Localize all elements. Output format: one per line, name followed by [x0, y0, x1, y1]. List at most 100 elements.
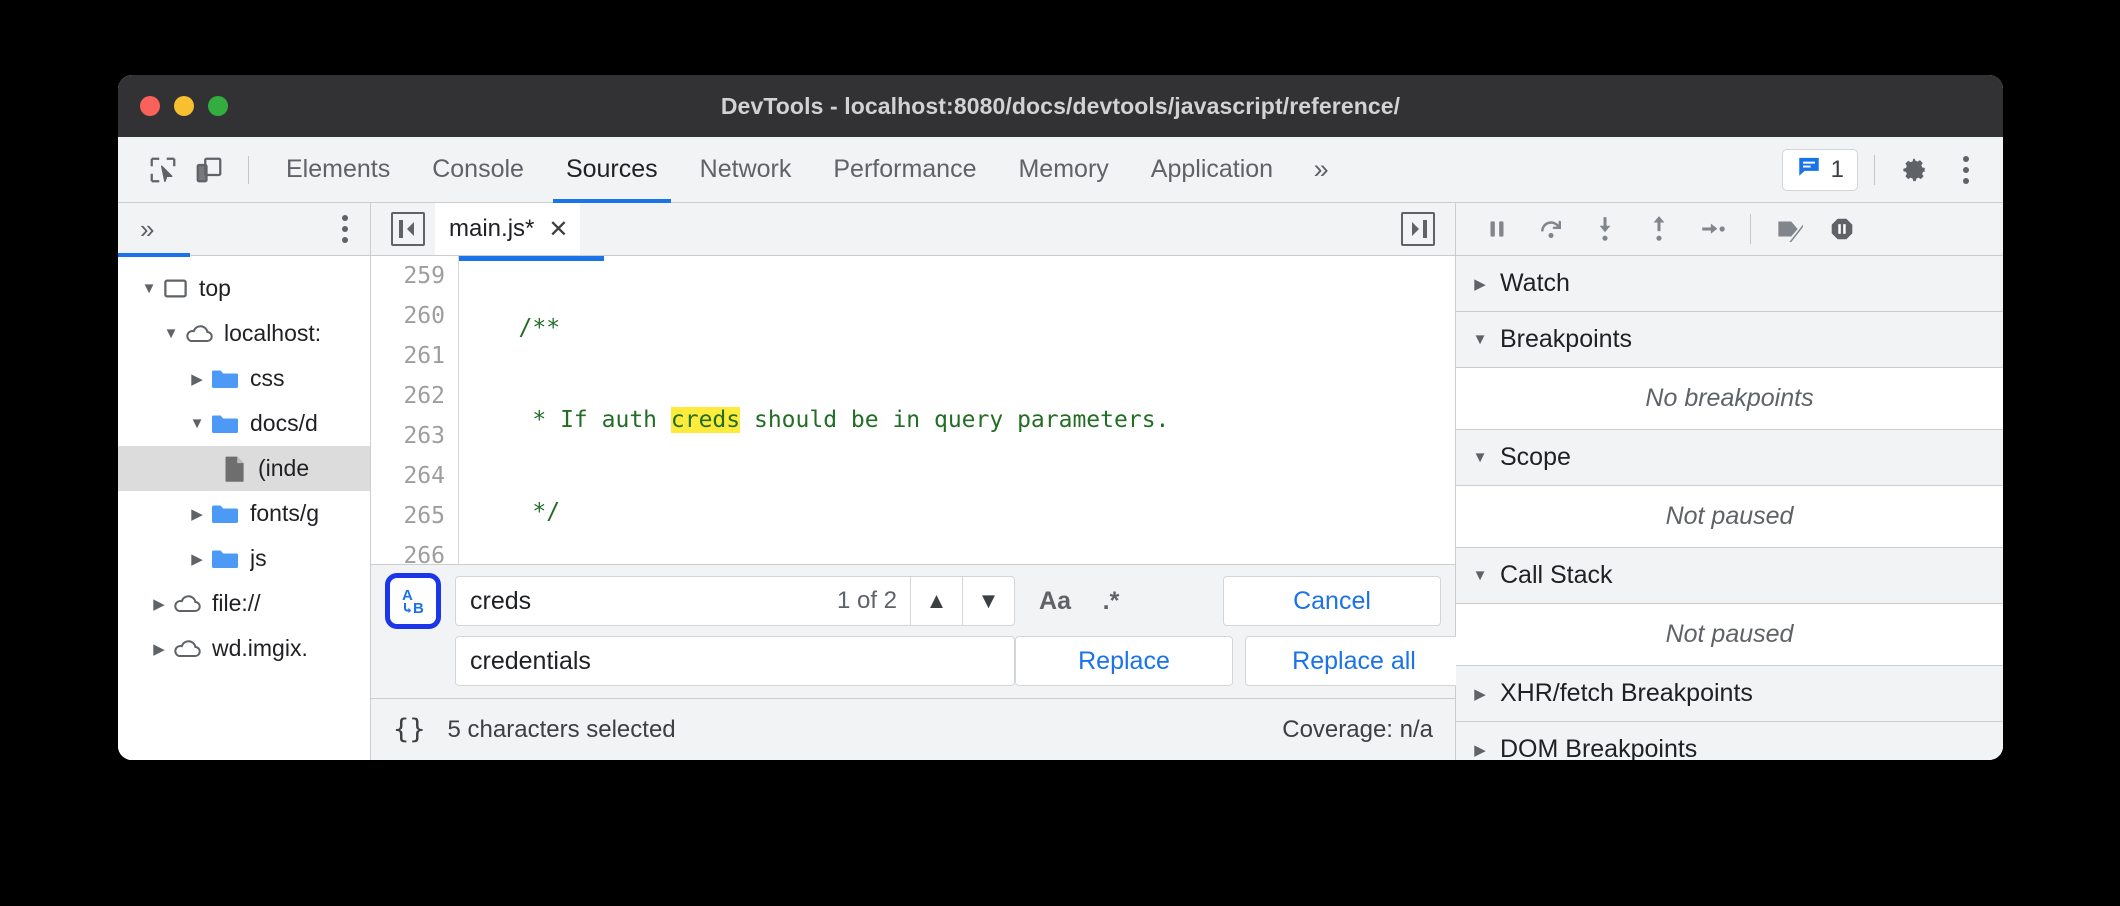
issues-button[interactable]: 1 [1782, 149, 1858, 191]
tree-item-file-protocol[interactable]: ▶ file:// [118, 581, 370, 626]
tab-label: Elements [286, 155, 390, 184]
replace-row: credentials Replace Replace all [385, 636, 1441, 686]
chevron-right-icon[interactable]: ▶ [1472, 275, 1488, 293]
search-input[interactable]: creds [456, 577, 824, 625]
chevron-down-icon[interactable]: ▼ [1472, 567, 1488, 584]
chevron-down-icon[interactable]: ▼ [136, 280, 162, 297]
step-out-icon[interactable] [1634, 207, 1684, 251]
navigator-scroll-indicator [118, 253, 190, 257]
chevron-right-icon[interactable]: ▶ [1472, 741, 1488, 759]
tree-item-docs[interactable]: ▼ docs/d [118, 401, 370, 446]
tree-item-wd-imgix[interactable]: ▶ wd.imgix. [118, 626, 370, 671]
tab-console[interactable]: Console [411, 137, 545, 202]
section-header-watch[interactable]: ▶ Watch [1456, 256, 2003, 312]
section-header-breakpoints[interactable]: ▼ Breakpoints [1456, 312, 2003, 368]
tree-item-js[interactable]: ▶ js [118, 536, 370, 581]
section-header-scope[interactable]: ▼ Scope [1456, 430, 2003, 486]
replace-input[interactable]: credentials [455, 636, 1015, 686]
cloud-icon [172, 593, 202, 615]
tab-elements[interactable]: Elements [265, 137, 411, 202]
chevron-down-icon[interactable]: ▼ [184, 415, 210, 432]
search-row: A B creds 1 of 2 ▲ ▼ [385, 573, 1441, 629]
code-editor[interactable]: 259 260 261 262 263 264 265 266 267 /** … [371, 256, 1455, 564]
step-icon[interactable] [1688, 207, 1738, 251]
tab-application[interactable]: Application [1130, 137, 1294, 202]
deactivate-breakpoints-icon[interactable] [1763, 207, 1813, 251]
tree-item-label: fonts/g [250, 500, 319, 527]
match-case-toggle[interactable]: Aa [1027, 576, 1083, 626]
maximize-window-button[interactable] [208, 96, 228, 116]
chevron-up-icon[interactable]: ▲ [910, 577, 962, 625]
toolbar-divider [248, 156, 249, 184]
tab-performance[interactable]: Performance [812, 137, 997, 202]
more-tabs-icon[interactable]: » [1294, 137, 1348, 202]
section-header-xhr-breakpoints[interactable]: ▶ XHR/fetch Breakpoints [1456, 666, 2003, 722]
tree-item-fonts[interactable]: ▶ fonts/g [118, 491, 370, 536]
pause-script-icon[interactable] [1472, 207, 1522, 251]
tree-item-label: localhost: [224, 320, 321, 347]
regex-toggle[interactable]: .* [1083, 576, 1139, 626]
device-toolbar-icon[interactable] [186, 147, 232, 193]
chevron-right-icon[interactable]: ▶ [184, 550, 210, 568]
chevron-right-icon[interactable]: ▶ [146, 595, 172, 613]
gear-icon[interactable] [1891, 147, 1937, 193]
chevron-right-icon[interactable]: ▶ [1472, 685, 1488, 703]
chevron-right-icon[interactable]: ▶ [184, 505, 210, 523]
step-over-icon[interactable] [1526, 207, 1576, 251]
chevron-down-icon[interactable]: ▼ [1472, 331, 1488, 348]
navigator-menu-icon[interactable] [342, 215, 348, 243]
main-toolbar: Elements Console Sources Network Perform… [118, 137, 2003, 203]
cancel-button[interactable]: Cancel [1223, 576, 1441, 626]
chevron-down-icon[interactable]: ▼ [962, 577, 1014, 625]
code-token: /** [477, 315, 560, 341]
pretty-print-icon[interactable]: {} [393, 714, 426, 745]
section-header-dom-breakpoints[interactable]: ▶ DOM Breakpoints [1456, 722, 2003, 760]
tab-sources[interactable]: Sources [545, 137, 679, 202]
kebab-menu-icon[interactable] [1943, 147, 1989, 193]
inspect-cursor-icon[interactable] [140, 147, 186, 193]
replace-button[interactable]: Replace [1015, 636, 1233, 686]
chevron-right-icon[interactable]: ▶ [146, 640, 172, 658]
section-title: XHR/fetch Breakpoints [1500, 679, 1753, 708]
replace-all-button[interactable]: Replace all [1245, 636, 1463, 686]
tab-memory[interactable]: Memory [997, 137, 1129, 202]
step-into-icon[interactable] [1580, 207, 1630, 251]
minimize-window-button[interactable] [174, 96, 194, 116]
code-token: * If auth [477, 407, 671, 433]
search-input-wrapper[interactable]: creds 1 of 2 ▲ ▼ [455, 576, 1015, 626]
section-header-call-stack[interactable]: ▼ Call Stack [1456, 548, 2003, 604]
section-title: Scope [1500, 443, 1571, 472]
a-to-b-replace-icon[interactable]: A B [385, 573, 441, 629]
chevron-right-icon[interactable]: ▶ [184, 370, 210, 388]
section-title: Call Stack [1500, 561, 1613, 590]
close-window-button[interactable] [140, 96, 160, 116]
tab-network[interactable]: Network [679, 137, 813, 202]
show-navigator-icon[interactable] [391, 212, 425, 246]
toolbar-divider-right [1874, 155, 1875, 185]
tree-item-localhost[interactable]: ▼ localhost: [118, 311, 370, 356]
section-title: Breakpoints [1500, 325, 1632, 354]
cloud-icon [172, 638, 202, 660]
debugger-toolbar [1456, 203, 2003, 256]
tab-label: Application [1151, 155, 1273, 184]
tree-item-label: wd.imgix. [212, 635, 308, 662]
code-token: should be in query parameters. [740, 407, 1169, 433]
tree-item-label: css [250, 365, 285, 392]
show-debugger-icon[interactable] [1401, 212, 1435, 246]
pause-on-exceptions-icon[interactable] [1817, 207, 1867, 251]
window-traffic-lights[interactable] [140, 96, 228, 116]
tree-item-css[interactable]: ▶ css [118, 356, 370, 401]
navigator-more-icon[interactable]: » [140, 214, 154, 245]
close-icon[interactable]: ✕ [548, 215, 568, 244]
tree-item-index[interactable]: (inde [118, 446, 370, 491]
navigator-toolbar: » [118, 203, 370, 256]
selection-status: 5 characters selected [448, 716, 676, 744]
editor-file-tab[interactable]: main.js* ✕ [435, 203, 580, 255]
chevron-down-icon[interactable]: ▼ [1472, 449, 1488, 466]
chevron-down-icon[interactable]: ▼ [158, 325, 184, 342]
tree-item-top[interactable]: ▼ top [118, 266, 370, 311]
code-line: /** [477, 308, 1455, 348]
editor-status-bar: {} 5 characters selected Coverage: n/a [371, 698, 1455, 760]
svg-text:B: B [413, 600, 424, 617]
code-line: */ [477, 492, 1455, 532]
